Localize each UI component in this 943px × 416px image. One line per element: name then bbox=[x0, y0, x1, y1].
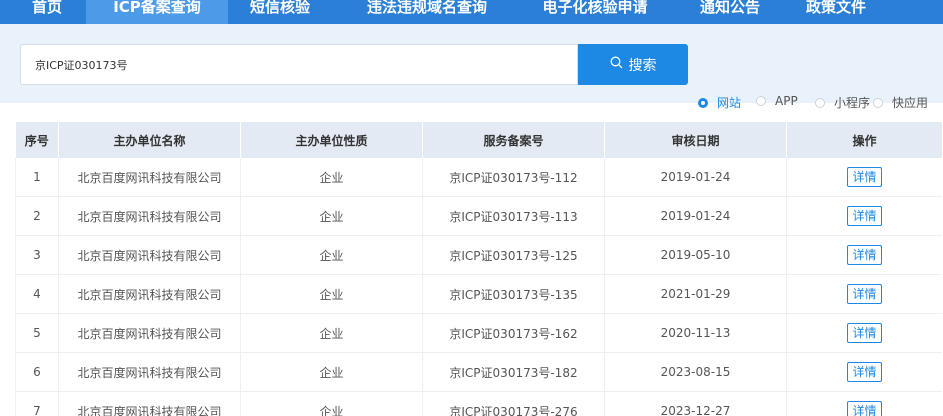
radio-dot-icon bbox=[873, 97, 883, 108]
radio-app[interactable]: APP bbox=[756, 94, 798, 108]
header-org-name: 主办单位名称 bbox=[58, 122, 241, 158]
cell-review-date: 2020-11-13 bbox=[604, 313, 787, 353]
detail-button[interactable]: 详情 bbox=[847, 362, 882, 382]
cell-actions: 详情 bbox=[786, 196, 942, 236]
cell-actions: 详情 bbox=[786, 235, 942, 275]
nav-item-notices[interactable]: 通知公告 bbox=[690, 0, 770, 24]
cell-org-name: 北京百度网讯科技有限公司 bbox=[58, 391, 241, 416]
radio-label: APP bbox=[775, 94, 798, 108]
header-index: 序号 bbox=[15, 122, 59, 158]
cell-index: 7 bbox=[15, 391, 59, 416]
cell-actions: 详情 bbox=[786, 391, 942, 416]
cell-org-name: 北京百度网讯科技有限公司 bbox=[58, 274, 241, 314]
radio-dot-icon bbox=[756, 96, 766, 106]
search-input[interactable] bbox=[20, 44, 578, 85]
nav-item-electronic-verify[interactable]: 电子化核验申请 bbox=[530, 0, 660, 24]
table-row: 4 北京百度网讯科技有限公司 企业 京ICP证030173号-135 2021-01-2… bbox=[15, 274, 942, 314]
cell-review-date: 2019-05-10 bbox=[604, 235, 787, 275]
radio-dot-icon bbox=[815, 97, 825, 108]
search-button-label: 搜索 bbox=[628, 57, 657, 74]
search-icon bbox=[610, 56, 623, 73]
cell-org-name: 北京百度网讯科技有限公司 bbox=[58, 196, 241, 236]
cell-license-no: 京ICP证030173号-112 bbox=[422, 158, 605, 197]
cell-review-date: 2023-08-15 bbox=[604, 352, 787, 392]
table-row: 7 北京百度网讯科技有限公司 企业 京ICP证030173号-276 2023-12-2… bbox=[15, 391, 942, 416]
table-row: 6 北京百度网讯科技有限公司 企业 京ICP证030173号-182 2023-08-1… bbox=[15, 352, 942, 392]
radio-label: 快应用 bbox=[892, 96, 929, 110]
nav-item-sms-verify[interactable]: 短信核验 bbox=[240, 0, 320, 24]
cell-license-no: 京ICP证030173号-113 bbox=[422, 196, 605, 236]
cell-org-type: 企业 bbox=[240, 158, 423, 197]
cell-review-date: 2021-01-29 bbox=[604, 274, 787, 314]
cell-index: 6 bbox=[15, 352, 59, 392]
header-org-type: 主办单位性质 bbox=[240, 122, 423, 158]
results-table: 序号 主办单位名称 主办单位性质 服务备案号 审核日期 操作 1 北京百度网讯科技… bbox=[15, 122, 942, 416]
search-button[interactable]: 搜索 bbox=[578, 44, 688, 85]
cell-review-date: 2019-01-24 bbox=[604, 196, 787, 236]
cell-org-type: 企业 bbox=[240, 391, 423, 416]
cell-org-name: 北京百度网讯科技有限公司 bbox=[58, 158, 241, 197]
table-header-row: 序号 主办单位名称 主办单位性质 服务备案号 审核日期 操作 bbox=[15, 122, 942, 158]
cell-index: 5 bbox=[15, 313, 59, 353]
header-review-date: 审核日期 bbox=[604, 122, 787, 158]
detail-button[interactable]: 详情 bbox=[847, 167, 882, 187]
cell-actions: 详情 bbox=[786, 313, 942, 353]
cell-review-date: 2019-01-24 bbox=[604, 158, 787, 197]
header-license-no: 服务备案号 bbox=[422, 122, 605, 158]
radio-quick-app[interactable]: 快应用 bbox=[873, 94, 928, 111]
cell-index: 3 bbox=[15, 235, 59, 275]
table-row: 5 北京百度网讯科技有限公司 企业 京ICP证030173号-162 2020-11-1… bbox=[15, 313, 942, 353]
detail-button[interactable]: 详情 bbox=[847, 401, 882, 416]
cell-org-name: 北京百度网讯科技有限公司 bbox=[58, 235, 241, 275]
cell-org-type: 企业 bbox=[240, 235, 423, 275]
nav-item-illegal-domain-query[interactable]: 违法违规域名查询 bbox=[352, 0, 502, 24]
cell-org-type: 企业 bbox=[240, 313, 423, 353]
cell-license-no: 京ICP证030173号-135 bbox=[422, 274, 605, 314]
cell-org-type: 企业 bbox=[240, 352, 423, 392]
cell-license-no: 京ICP证030173号-276 bbox=[422, 391, 605, 416]
nav-item-policies[interactable]: 政策文件 bbox=[796, 0, 876, 24]
table-row: 2 北京百度网讯科技有限公司 企业 京ICP证030173号-113 2019-01-2… bbox=[15, 196, 942, 236]
search-panel: 搜索 网站 APP 小程序 快应用 bbox=[0, 24, 943, 110]
cell-license-no: 京ICP证030173号-125 bbox=[422, 235, 605, 275]
cell-license-no: 京ICP证030173号-162 bbox=[422, 313, 605, 353]
detail-button[interactable]: 详情 bbox=[847, 323, 882, 343]
radio-label: 小程序 bbox=[834, 96, 871, 110]
radio-label: 网站 bbox=[717, 96, 742, 110]
cell-org-name: 北京百度网讯科技有限公司 bbox=[58, 352, 241, 392]
nav-item-icp-query[interactable]: ICP备案查询 bbox=[86, 0, 228, 24]
cell-license-no: 京ICP证030173号-182 bbox=[422, 352, 605, 392]
cell-review-date: 2023-12-27 bbox=[604, 391, 787, 416]
table-row: 3 北京百度网讯科技有限公司 企业 京ICP证030173号-125 2019-05-1… bbox=[15, 235, 942, 275]
radio-website[interactable]: 网站 bbox=[698, 94, 741, 111]
header-actions: 操作 bbox=[786, 122, 942, 158]
detail-button[interactable]: 详情 bbox=[847, 245, 882, 265]
cell-index: 2 bbox=[15, 196, 59, 236]
table-row: 1 北京百度网讯科技有限公司 企业 京ICP证030173号-112 2019-01-2… bbox=[15, 158, 942, 197]
radio-mini-program[interactable]: 小程序 bbox=[815, 94, 870, 111]
results-table-container: 序号 主办单位名称 主办单位性质 服务备案号 审核日期 操作 1 北京百度网讯科技… bbox=[15, 122, 942, 416]
cell-actions: 详情 bbox=[786, 352, 942, 392]
top-nav: 首页 ICP备案查询 短信核验 违法违规域名查询 电子化核验申请 通知公告 政策… bbox=[0, 0, 943, 24]
cell-org-name: 北京百度网讯科技有限公司 bbox=[58, 313, 241, 353]
cell-org-type: 企业 bbox=[240, 196, 423, 236]
detail-button[interactable]: 详情 bbox=[847, 284, 882, 304]
nav-item-home[interactable]: 首页 bbox=[18, 0, 76, 24]
cell-index: 4 bbox=[15, 274, 59, 314]
cell-org-type: 企业 bbox=[240, 274, 423, 314]
cell-index: 1 bbox=[15, 158, 59, 197]
cell-actions: 详情 bbox=[786, 274, 942, 314]
cell-actions: 详情 bbox=[786, 158, 942, 197]
radio-dot-icon bbox=[698, 97, 708, 108]
detail-button[interactable]: 详情 bbox=[847, 206, 882, 226]
